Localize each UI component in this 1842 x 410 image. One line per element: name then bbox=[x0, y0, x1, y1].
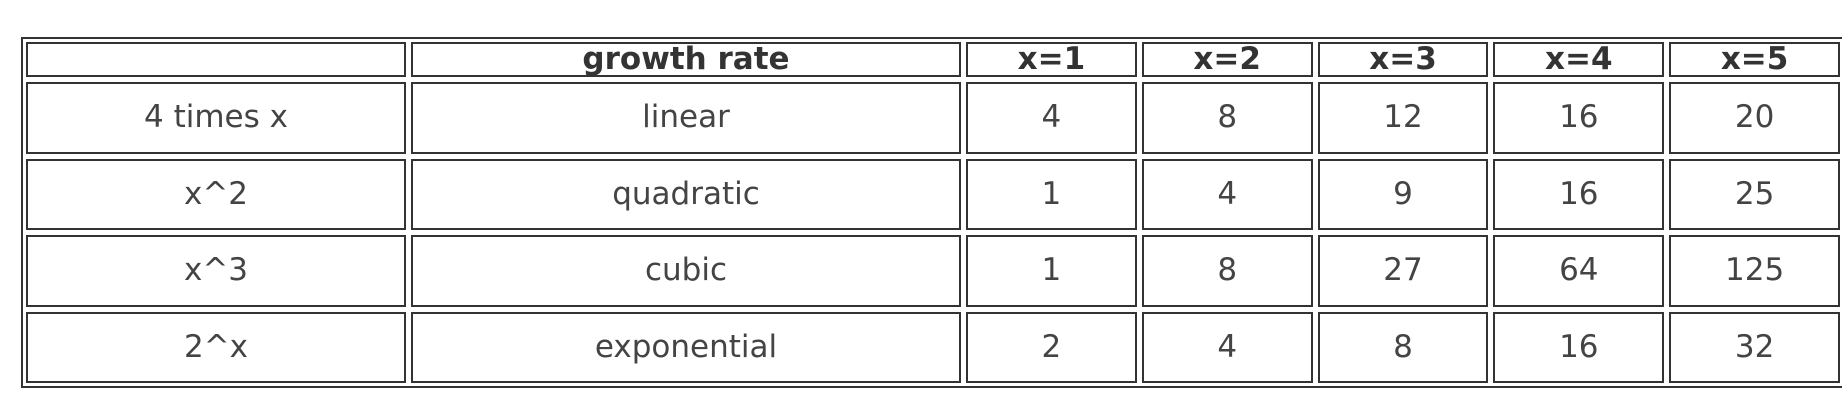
table-row: 4 times x linear 4 8 12 16 20 bbox=[26, 82, 1840, 154]
table-cell: 4 times x bbox=[26, 82, 406, 154]
table-cell: 8 bbox=[1141, 82, 1313, 154]
header-cell-x2: x=2 bbox=[1141, 42, 1313, 77]
table-cell: 12 bbox=[1317, 82, 1489, 154]
table-row: 2^x exponential 2 4 8 16 32 bbox=[26, 311, 1840, 383]
table-cell: 32 bbox=[1669, 311, 1840, 383]
header-cell-growth-rate: growth rate bbox=[411, 42, 961, 77]
header-cell-x4: x=4 bbox=[1493, 42, 1665, 77]
table-cell: exponential bbox=[411, 311, 961, 383]
growth-rate-table: growth rate x=1 x=2 x=3 x=4 x=5 4 times … bbox=[21, 37, 1842, 388]
table-cell: 8 bbox=[1141, 235, 1313, 307]
table-cell: cubic bbox=[411, 235, 961, 307]
table-cell: 9 bbox=[1317, 158, 1489, 230]
table-row: x^2 quadratic 1 4 9 16 25 bbox=[26, 158, 1840, 230]
table-cell: 16 bbox=[1493, 82, 1665, 154]
table-cell: 2 bbox=[966, 311, 1137, 383]
table-cell: linear bbox=[411, 82, 961, 154]
table-cell: 16 bbox=[1493, 158, 1665, 230]
header-row: growth rate x=1 x=2 x=3 x=4 x=5 bbox=[26, 42, 1840, 77]
table-cell: 8 bbox=[1317, 311, 1489, 383]
data-table: growth rate x=1 x=2 x=3 x=4 x=5 4 times … bbox=[21, 37, 1842, 388]
table-cell: 64 bbox=[1493, 235, 1665, 307]
header-cell-x1: x=1 bbox=[966, 42, 1137, 77]
table-cell: 4 bbox=[1141, 311, 1313, 383]
table-cell: quadratic bbox=[411, 158, 961, 230]
header-cell-function bbox=[26, 42, 406, 77]
table-cell: 20 bbox=[1669, 82, 1840, 154]
table-cell: 1 bbox=[966, 235, 1137, 307]
table-cell: 25 bbox=[1669, 158, 1840, 230]
table-cell: 16 bbox=[1493, 311, 1665, 383]
table-cell: 4 bbox=[1141, 158, 1313, 230]
table-cell: x^2 bbox=[26, 158, 406, 230]
header-cell-x5: x=5 bbox=[1669, 42, 1840, 77]
table-cell: 4 bbox=[966, 82, 1137, 154]
table-cell: x^3 bbox=[26, 235, 406, 307]
table-cell: 2^x bbox=[26, 311, 406, 383]
table-cell: 1 bbox=[966, 158, 1137, 230]
header-cell-x3: x=3 bbox=[1317, 42, 1489, 77]
table-cell: 27 bbox=[1317, 235, 1489, 307]
table-cell: 125 bbox=[1669, 235, 1840, 307]
table-row: x^3 cubic 1 8 27 64 125 bbox=[26, 235, 1840, 307]
